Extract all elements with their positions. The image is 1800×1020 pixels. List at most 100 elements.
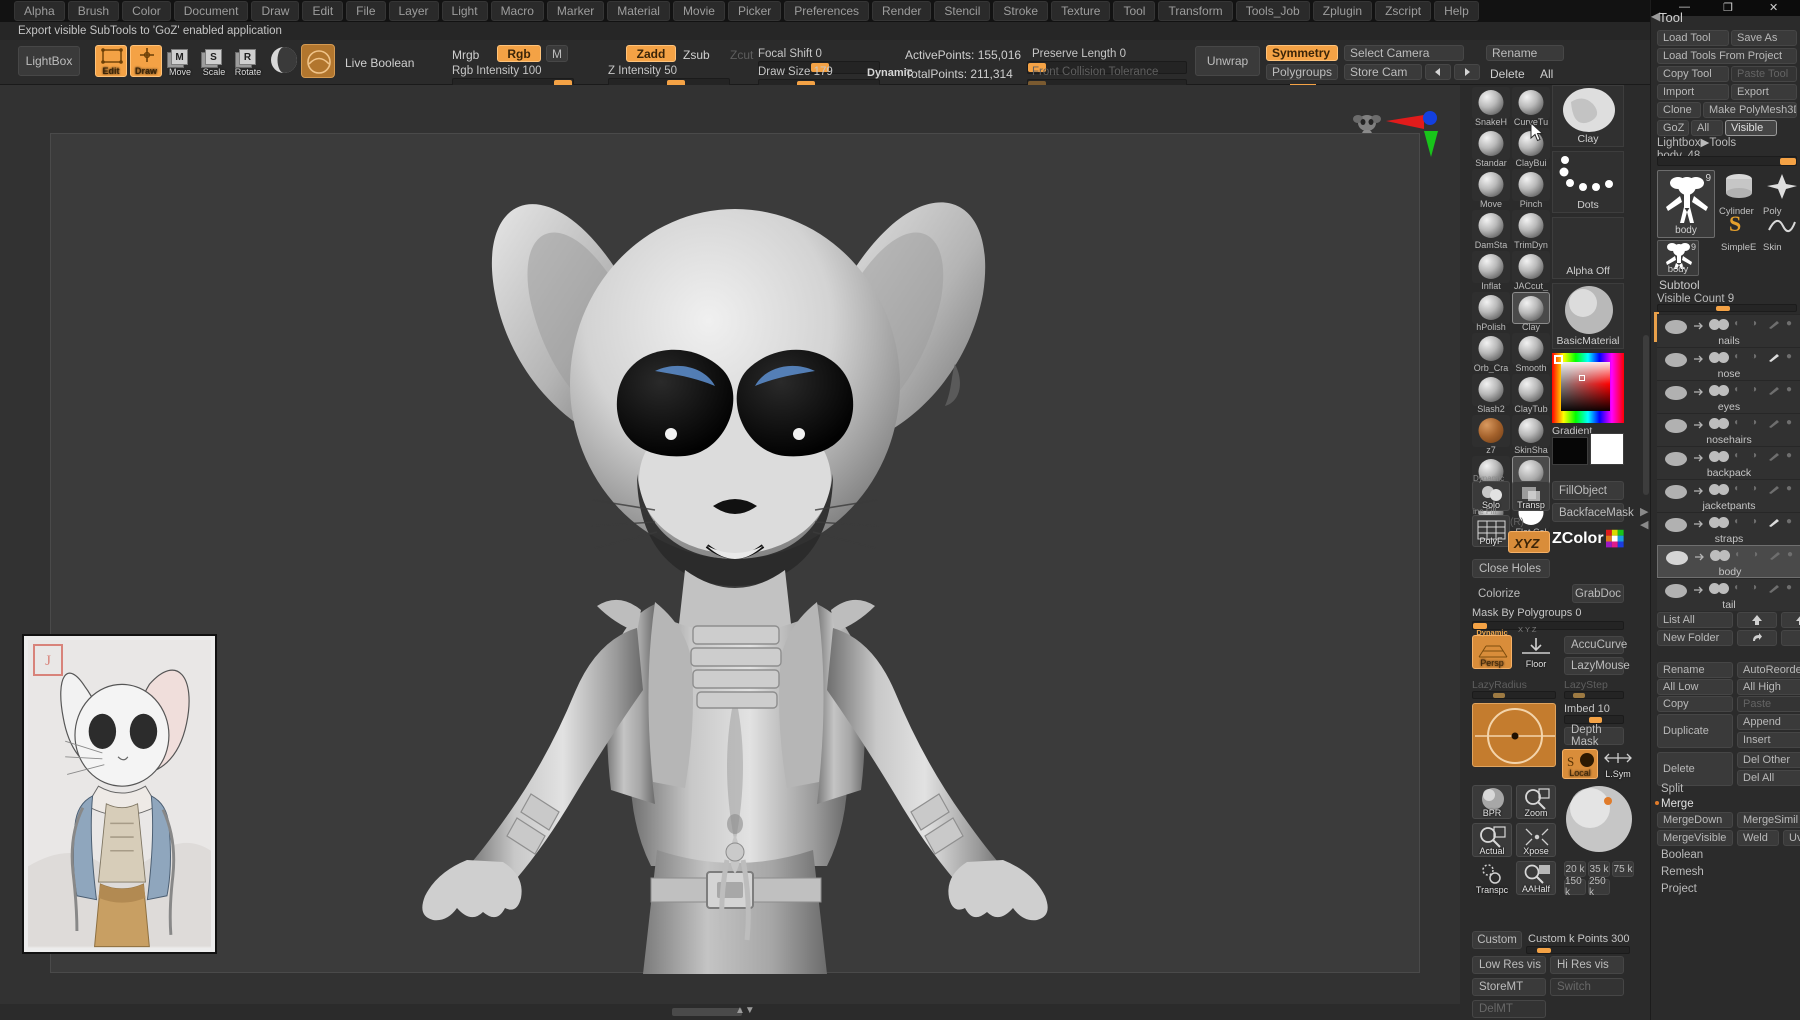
zcut-button[interactable]: Zcut — [730, 48, 753, 62]
del-other-button[interactable]: Del Other — [1737, 752, 1800, 768]
current-alpha-preview[interactable]: Alpha Off — [1552, 217, 1624, 279]
brush-move[interactable] — [1472, 169, 1510, 201]
canvas-area[interactable]: Ј ▲▼ — [0, 85, 1460, 1020]
subtool-eye-icon-2[interactable] — [1718, 484, 1729, 495]
subtool-arrow-icon[interactable] — [1693, 387, 1705, 397]
zadd-button[interactable]: Zadd — [626, 45, 676, 62]
rotate-button[interactable]: R Rotate — [232, 45, 264, 77]
move-subtool-up-button[interactable] — [1737, 612, 1777, 628]
subtool-folder-right-button[interactable] — [1737, 630, 1777, 646]
subtool-arrow-icon[interactable] — [1693, 519, 1705, 529]
close-button[interactable]: ✕ — [1769, 1, 1778, 14]
menu-item-alpha[interactable]: Alpha — [14, 1, 65, 21]
poly-preset-75k[interactable]: 75 k — [1612, 861, 1634, 877]
subtool-polypaint-icon[interactable] — [1767, 451, 1781, 462]
subtool-transp-icon[interactable]: ◑ — [1751, 384, 1762, 395]
floor-grid-toggle-icon[interactable] — [301, 44, 335, 78]
select-camera-button[interactable]: Select Camera — [1344, 45, 1464, 61]
m-button[interactable]: M — [546, 45, 568, 62]
subtool-row-tail[interactable]: ◖ ◑ ● tail — [1657, 578, 1800, 611]
delete-camera-button[interactable]: Delete — [1490, 67, 1525, 81]
lazyradius-slider[interactable] — [1472, 691, 1556, 699]
brush-trimdyn[interactable] — [1512, 210, 1550, 242]
perspective-toggle-icon[interactable] — [267, 44, 301, 78]
subtool-transp-icon[interactable]: ◑ — [1752, 549, 1763, 560]
rename-subtool-button[interactable]: Rename — [1657, 662, 1733, 678]
subtool-arrow-icon[interactable] — [1693, 486, 1705, 496]
save-as-button[interactable]: Save As — [1731, 30, 1797, 46]
persp-button[interactable]: Persp Dynamic — [1472, 628, 1512, 669]
subtool-row-nosehairs[interactable]: ◖ ◑ ● nosehairs — [1657, 413, 1800, 446]
brush-skinsha[interactable] — [1512, 415, 1550, 447]
subtool-shadow-icon[interactable]: ◖ — [1733, 417, 1744, 428]
brush-pinch[interactable] — [1512, 169, 1550, 201]
subtool-shadow-icon[interactable]: ◖ — [1733, 351, 1744, 362]
paste-subtool-button[interactable]: Paste — [1737, 696, 1800, 712]
aahalf-button[interactable]: AAHalf — [1516, 861, 1556, 895]
rename-camera-button[interactable]: Rename — [1486, 45, 1564, 61]
merge-section[interactable]: Merge — [1661, 798, 1694, 810]
subtool-arrow-icon[interactable] — [1693, 321, 1705, 331]
store-mt-button[interactable]: StoreMT — [1472, 978, 1546, 996]
brush-inflat[interactable] — [1472, 251, 1510, 283]
menu-item-file[interactable]: File — [346, 1, 386, 21]
menu-item-material[interactable]: Material — [607, 1, 670, 21]
subtool-eye-icon-2[interactable] — [1718, 319, 1729, 330]
subtool-arrow-icon[interactable] — [1693, 453, 1705, 463]
menu-item-layer[interactable]: Layer — [388, 1, 439, 21]
brush-jaccut-[interactable] — [1512, 251, 1550, 283]
subtool-transp-icon[interactable]: ◑ — [1751, 450, 1762, 461]
all-camera-button[interactable]: All — [1540, 67, 1553, 81]
subtool-row-backpack[interactable]: ◖ ◑ ● backpack — [1657, 446, 1800, 479]
subtool-polypaint-icon[interactable] — [1767, 484, 1781, 495]
transpc-button[interactable]: Transpc — [1472, 861, 1512, 895]
duplicate-button[interactable]: Duplicate — [1657, 714, 1733, 748]
subtool-transp-icon[interactable]: ◑ — [1751, 351, 1762, 362]
brush-claytub[interactable] — [1512, 374, 1550, 406]
menu-item-stencil[interactable]: Stencil — [934, 1, 991, 21]
goz-button[interactable]: GoZ — [1657, 120, 1689, 136]
menu-item-light[interactable]: Light — [441, 1, 488, 21]
brush-damsta[interactable] — [1472, 210, 1510, 242]
subtool-transp-icon[interactable]: ◑ — [1751, 417, 1762, 428]
brush-orb-cra[interactable] — [1472, 333, 1510, 365]
all-high-button[interactable]: All High — [1737, 679, 1800, 695]
subtool-extra-icon[interactable]: ● — [1786, 351, 1797, 362]
list-all-button[interactable]: List All — [1657, 612, 1733, 628]
floor-button[interactable]: Floor X Y Z — [1516, 625, 1556, 669]
lazystep-slider[interactable] — [1564, 691, 1624, 699]
rgb-button[interactable]: Rgb — [497, 45, 541, 62]
clone-button[interactable]: Clone — [1657, 102, 1701, 118]
subtool-section-header[interactable]: Subtool — [1659, 278, 1700, 292]
subtool-row-jacketpants[interactable]: ◖ ◑ ● jacketpants — [1657, 479, 1800, 512]
brush-smooth[interactable] — [1512, 333, 1550, 365]
store-cam-button[interactable]: Store Cam — [1344, 64, 1422, 80]
del-all-button[interactable]: Del All — [1737, 770, 1800, 786]
subtool-transp-icon[interactable]: ◑ — [1751, 516, 1762, 527]
actual-button[interactable]: Actual — [1472, 823, 1512, 857]
poly-preset-250k[interactable]: 250 k — [1588, 876, 1610, 898]
menu-item-document[interactable]: Document — [173, 1, 249, 21]
bpr-button[interactable]: BPR — [1472, 785, 1512, 819]
poly-preset-20k[interactable]: 20 k — [1564, 861, 1586, 877]
hi-res-vis-button[interactable]: Hi Res vis — [1550, 956, 1624, 974]
xyz-button[interactable]: XYZ — [1508, 531, 1550, 553]
subtool-arrow-icon[interactable] — [1693, 585, 1705, 595]
subtool-row-straps[interactable]: ◖ ◑ ● straps — [1657, 512, 1800, 545]
insert-button[interactable]: Insert — [1737, 732, 1800, 748]
subtool-extra-icon[interactable]: ● — [1786, 450, 1797, 461]
brush-curvetu[interactable] — [1512, 87, 1550, 119]
poly-preset-150k[interactable]: 150 k — [1564, 876, 1586, 898]
menu-item-macro[interactable]: Macro — [490, 1, 544, 21]
make-polymesh3d-button[interactable]: Make PolyMesh3D — [1703, 102, 1797, 118]
scale-button[interactable]: S Scale — [198, 45, 230, 77]
menu-item-render[interactable]: Render — [872, 1, 932, 21]
subtool-extra-icon[interactable]: ● — [1786, 384, 1797, 395]
xpose-button[interactable]: Xpose — [1516, 823, 1556, 857]
cam-next-button[interactable] — [1454, 64, 1480, 80]
subtool-shadow-icon[interactable]: ◖ — [1733, 516, 1744, 527]
copy-tool-button[interactable]: Copy Tool — [1657, 66, 1729, 82]
menu-item-brush[interactable]: Brush — [67, 1, 120, 21]
lightbox-tools-label[interactable]: Lightbox▶Tools — [1657, 135, 1736, 149]
subtool-folder-down-button[interactable] — [1781, 630, 1800, 646]
